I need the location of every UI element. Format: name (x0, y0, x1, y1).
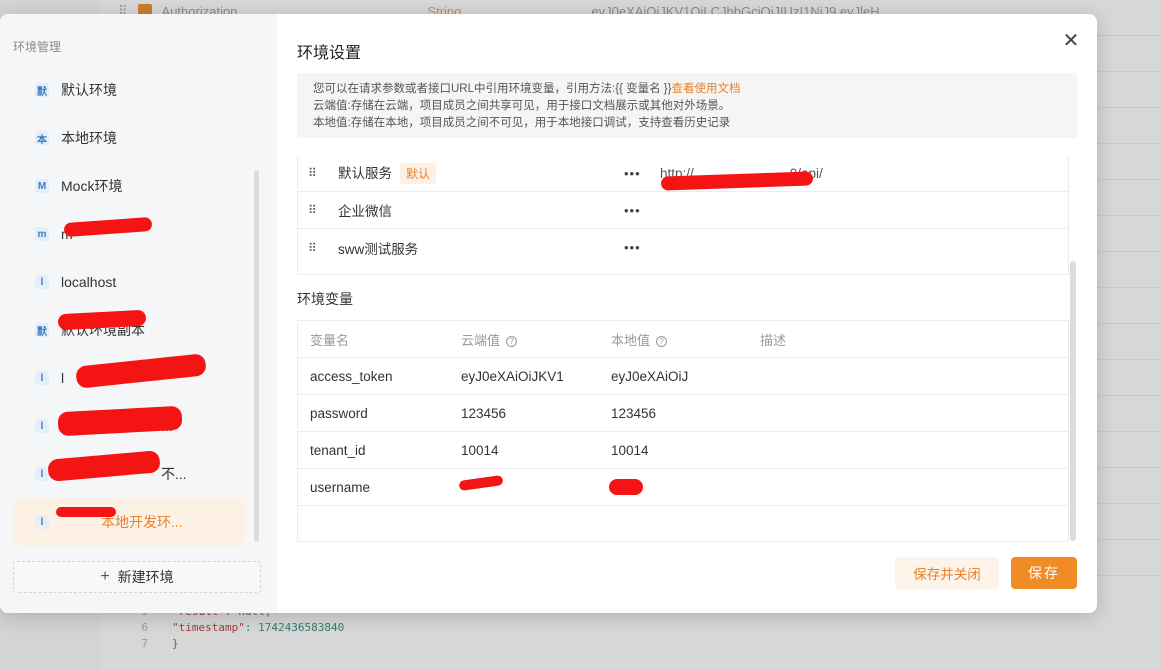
env-item-localhost[interactable]: l localhost (13, 258, 245, 306)
var-local-value[interactable]: 123456 (611, 406, 656, 421)
env-item-label: 默认环境 (61, 82, 117, 98)
env-badge-icon: M (35, 179, 49, 193)
service-row[interactable]: ⠿ sww测试服务 ••• (298, 229, 1068, 266)
env-item-default[interactable]: 默默认环境 (13, 66, 245, 114)
table-header: 变量名 云端值? 本地值? 描述 (298, 321, 1068, 358)
var-cloud-value[interactable]: 123456 (461, 406, 506, 421)
notice-line-1: 您可以在请求参数或者接口URL中引用环境变量，引用方法:{{ 变量名 }}查看使… (313, 83, 741, 95)
env-badge-icon: 本 (35, 131, 49, 146)
table-row[interactable]: tenant_id 10014 10014 (298, 432, 1068, 469)
help-icon[interactable]: ? (506, 335, 518, 347)
sidebar-title: 环境管理 (13, 40, 62, 54)
var-name[interactable]: username (310, 480, 370, 495)
redaction-mark (609, 479, 643, 495)
more-icon[interactable]: ••• (624, 240, 641, 255)
var-local-value[interactable]: eyJ0eXAiOiJ (611, 369, 688, 384)
notice-line-2: 云端值:存储在云端，项目成员之间共享可见，用于接口文档展示或其他对外场景。 (313, 100, 731, 112)
environment-modal: 环境管理 默默认环境 本本地环境 MMock环境 mm llocalhost 默… (0, 14, 1097, 613)
env-badge-icon: l (35, 419, 49, 433)
var-cloud-value[interactable]: 10014 (461, 443, 499, 458)
save-and-close-button[interactable]: 保存并关闭 (895, 557, 999, 589)
env-badge-icon: 默 (35, 323, 49, 338)
background-lines (1097, 0, 1161, 600)
var-local-value[interactable]: 10014 (611, 443, 649, 458)
var-name[interactable]: tenant_id (310, 443, 366, 458)
var-cloud-value[interactable]: eyJ0eXAiOiJKV1 (461, 369, 564, 384)
env-item-label: Mock环境 (61, 178, 123, 194)
sidebar-scrollbar[interactable] (254, 170, 259, 542)
service-name: 企业微信 (338, 204, 392, 219)
env-badge-icon: 默 (35, 83, 49, 98)
table-row[interactable]: access_token eyJ0eXAiOiJKV1 eyJ0eXAiOiJ (298, 358, 1068, 395)
table-row[interactable]: password 123456 123456 (298, 395, 1068, 432)
service-name: sww测试服务 (338, 241, 419, 257)
save-button[interactable]: 保存 (1011, 557, 1077, 589)
environment-sidebar: 环境管理 默默认环境 本本地环境 MMock环境 mm llocalhost 默… (0, 14, 277, 613)
code-line: 7} (141, 637, 179, 650)
notice-line-3: 本地值:存储在本地，项目成员之间不可见，用于本地接口调试，支持查看历史记录 (313, 117, 731, 129)
drag-handle-icon[interactable]: ⠿ (308, 203, 317, 217)
code-line: 6 "timestamp": 1742436583840 (141, 621, 345, 634)
more-icon[interactable]: ••• (624, 166, 641, 181)
table-row-empty[interactable] (298, 506, 1068, 543)
close-icon[interactable]: ✕ (1061, 30, 1081, 52)
env-badge-icon: l (35, 467, 49, 481)
usage-notice: 您可以在请求参数或者接口URL中引用环境变量，引用方法:{{ 变量名 }}查看使… (297, 73, 1077, 138)
var-name[interactable]: password (310, 406, 368, 421)
environment-settings-panel: 环境设置 ✕ 您可以在请求参数或者接口URL中引用环境变量，引用方法:{{ 变量… (277, 14, 1097, 613)
default-tag: 默认 (400, 163, 437, 184)
env-item-local[interactable]: 本本地环境 (13, 114, 245, 162)
env-vars-table: 变量名 云端值? 本地值? 描述 access_token eyJ0eXAiOi… (297, 320, 1069, 542)
env-item-label: localhost (61, 274, 117, 290)
drag-handle-icon[interactable]: ⠿ (308, 241, 317, 255)
env-vars-title: 环境变量 (297, 291, 353, 307)
col-header-cloud: 云端值? (461, 330, 518, 349)
col-header-local: 本地值? (611, 330, 668, 349)
more-icon[interactable]: ••• (624, 203, 641, 218)
service-name: 默认服务 (338, 166, 392, 181)
env-badge-icon: l (35, 371, 49, 385)
env-item-mock[interactable]: M Mock环境 (13, 162, 245, 210)
env-item-m[interactable]: mm (13, 210, 245, 258)
new-environment-button[interactable]: + 新建环境 (13, 561, 261, 593)
env-badge-icon: m (35, 227, 49, 241)
new-environment-label: 新建环境 (117, 569, 174, 585)
env-badge-icon: l (35, 515, 49, 529)
services-list: ⠿ 默认服务默认 ••• http://0/api/ ⠿ 企业微信 ••• ⠿ … (297, 155, 1069, 275)
col-header-name: 变量名 (310, 332, 350, 348)
var-name[interactable]: access_token (310, 369, 393, 384)
main-scrollbar[interactable] (1070, 261, 1076, 541)
plus-icon: + (100, 568, 110, 585)
docs-link[interactable]: 查看使用文档 (671, 83, 740, 95)
table-row[interactable]: username (298, 469, 1068, 506)
env-badge-icon: l (35, 275, 49, 289)
env-item-label: 不... (161, 466, 187, 482)
service-row[interactable]: ⠿ 企业微信 ••• (298, 192, 1068, 229)
env-item-label: l (61, 370, 65, 386)
env-item-local-dev[interactable]: l 本地开发环... (13, 498, 245, 546)
redaction-mark (56, 507, 116, 517)
col-header-desc: 描述 (760, 332, 787, 348)
drag-handle-icon[interactable]: ⠿ (308, 166, 317, 180)
page-title: 环境设置 (297, 45, 362, 62)
help-icon[interactable]: ? (656, 335, 668, 347)
env-item-label: 本地环境 (61, 130, 117, 146)
